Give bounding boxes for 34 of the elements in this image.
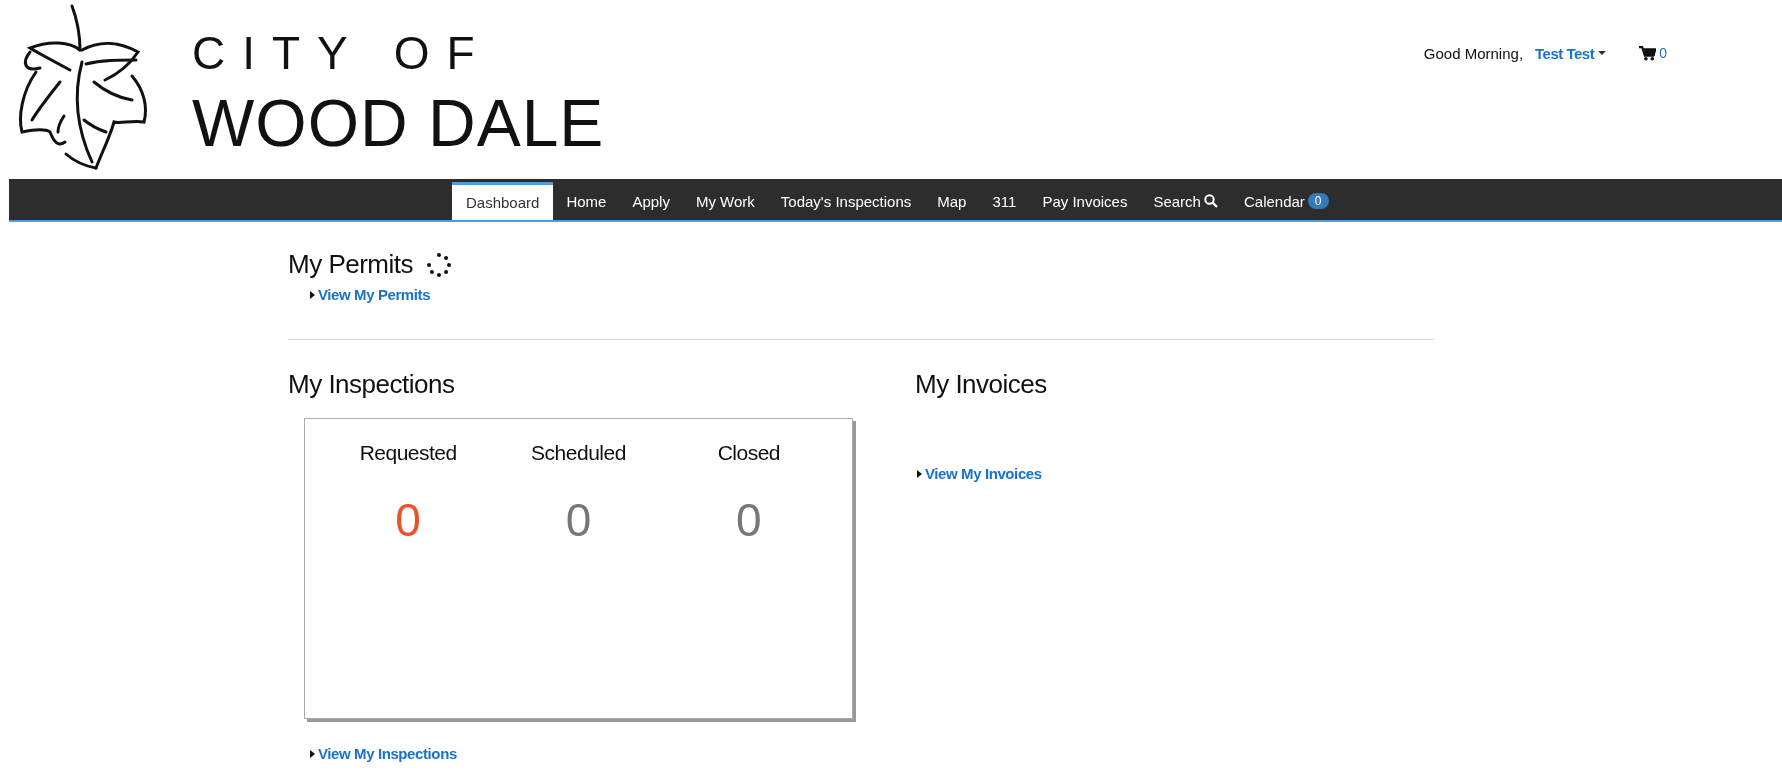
logo-title: WOOD DALE	[192, 90, 605, 156]
view-permits-link[interactable]: View My Permits	[318, 286, 431, 303]
stat-value: 0	[565, 493, 592, 547]
nav-tab[interactable]: Map	[924, 182, 980, 220]
view-inspections-link[interactable]: View My Inspections	[318, 745, 457, 762]
nav-tab[interactable]: 311	[979, 182, 1030, 220]
logo-title: CITY OF	[192, 30, 493, 76]
loading-spinner-icon	[425, 250, 453, 279]
nav-tab[interactable]: Apply	[619, 182, 683, 220]
user-menu[interactable]: Test Test	[1535, 44, 1607, 62]
nav-tab[interactable]: Dashboard	[452, 182, 554, 220]
nav-tab[interactable]: Home	[553, 182, 620, 220]
section-title: My Inspections	[288, 369, 456, 400]
stat-label: Requested	[359, 441, 457, 465]
search-icon	[1203, 194, 1218, 208]
nav-tab[interactable]: Calendar 0	[1230, 182, 1342, 220]
cart-icon[interactable]	[1639, 45, 1657, 61]
section-title: My Permits	[288, 249, 413, 280]
stat-value: 0	[736, 493, 762, 547]
view-invoices-link[interactable]: View My Invoices	[925, 465, 1042, 482]
caret-icon	[310, 749, 315, 758]
count-badge: 0	[1307, 193, 1329, 209]
section-title: My Invoices	[915, 369, 1047, 400]
caret-icon	[917, 469, 922, 478]
stat-label: Closed	[717, 441, 780, 465]
nav-tab[interactable]: Search	[1140, 182, 1231, 220]
cart-count: 0	[1659, 45, 1667, 61]
nav-tab[interactable]: Today's Inspections	[767, 182, 925, 220]
caret-icon	[310, 290, 315, 299]
nav-tab[interactable]: My Work	[682, 182, 768, 220]
nav-tab[interactable]: Pay Invoices	[1029, 182, 1141, 220]
stat-label: Scheduled	[531, 441, 626, 465]
stat-value: 0	[395, 493, 421, 547]
greeting-text: Good Morning,	[1423, 44, 1524, 62]
